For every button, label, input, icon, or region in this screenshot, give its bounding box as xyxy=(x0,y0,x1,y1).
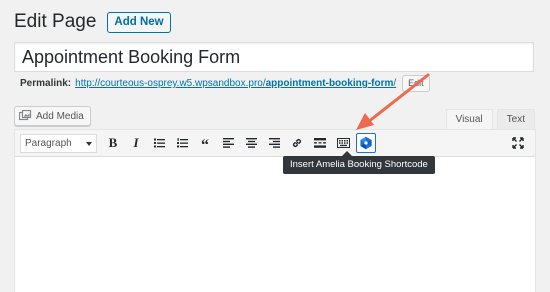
bulleted-list-icon xyxy=(153,138,165,148)
keyboard-icon xyxy=(336,138,350,148)
align-right-button[interactable] xyxy=(264,133,284,153)
format-select-value: Paragraph xyxy=(25,137,72,149)
page-title: Edit Page xyxy=(14,11,97,32)
permalink-url-base: http://courteous-osprey.w5.wpsandbox.pro… xyxy=(75,78,266,89)
bulleted-list-button[interactable] xyxy=(149,133,169,153)
chevron-down-icon xyxy=(86,141,92,146)
align-right-icon xyxy=(268,138,280,148)
tab-text[interactable]: Text xyxy=(496,109,535,129)
post-title-input[interactable] xyxy=(14,42,534,72)
blockquote-icon: “ xyxy=(201,137,209,154)
fullscreen-icon xyxy=(512,137,524,149)
fullscreen-button[interactable] xyxy=(509,134,527,152)
align-left-button[interactable] xyxy=(218,133,238,153)
editor-toolbar: Paragraph B I “ xyxy=(15,130,535,157)
editor-container: Paragraph B I “ xyxy=(14,129,536,292)
format-select[interactable]: Paragraph xyxy=(20,133,97,153)
permalink-url-suffix: / xyxy=(393,78,397,89)
align-center-icon xyxy=(245,138,257,148)
read-more-button[interactable] xyxy=(310,133,330,153)
read-more-icon xyxy=(314,138,326,148)
numbered-list-button[interactable] xyxy=(172,133,192,153)
media-icon xyxy=(19,110,32,121)
italic-button[interactable]: I xyxy=(126,133,146,153)
numbered-list-icon xyxy=(176,138,188,148)
amelia-shortcode-button[interactable] xyxy=(356,133,376,153)
amelia-logo-icon xyxy=(360,136,372,150)
add-media-label: Add Media xyxy=(36,110,84,122)
link-icon xyxy=(292,138,302,148)
amelia-tooltip: Insert Amelia Booking Shortcode xyxy=(283,151,435,174)
add-new-button[interactable]: Add New xyxy=(107,11,171,33)
bold-icon: B xyxy=(108,135,118,150)
bold-button[interactable]: B xyxy=(103,133,123,153)
align-left-icon xyxy=(222,138,234,148)
add-media-button[interactable]: Add Media xyxy=(14,106,91,126)
edit-permalink-button[interactable]: Edit xyxy=(402,75,430,92)
insert-link-button[interactable] xyxy=(287,133,307,153)
italic-icon: I xyxy=(133,135,139,150)
editor-content-area[interactable] xyxy=(15,157,535,292)
permalink-row: Permalink: http://courteous-osprey.w5.wp… xyxy=(20,75,430,92)
align-center-button[interactable] xyxy=(241,133,261,153)
permalink-slug: appointment-booking-form xyxy=(265,78,394,89)
page-header: Edit Page Add New xyxy=(14,11,171,33)
tab-visual[interactable]: Visual xyxy=(445,109,493,129)
toolbar-toggle-button[interactable] xyxy=(333,133,353,153)
blockquote-button[interactable]: “ xyxy=(195,133,215,154)
permalink-link[interactable]: http://courteous-osprey.w5.wpsandbox.pro… xyxy=(75,78,396,89)
permalink-label: Permalink: xyxy=(20,78,72,89)
editor-tabs: Visual Text xyxy=(442,109,535,129)
